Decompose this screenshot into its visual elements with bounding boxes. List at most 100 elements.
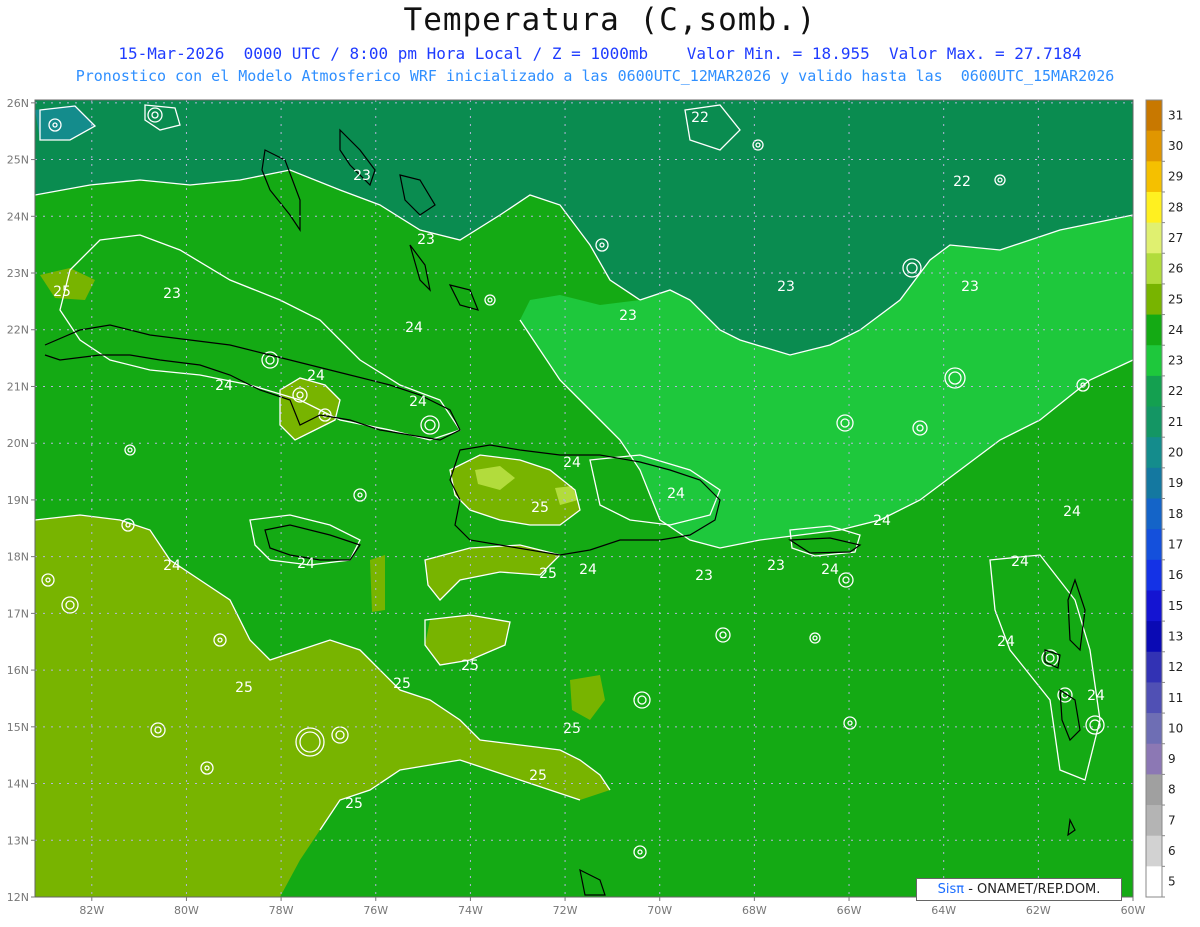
colorbar-swatch — [1146, 222, 1162, 254]
colorbar-swatch — [1146, 621, 1162, 653]
latitude-axis: 26N 25N 24N 23N 22N 21N 20N 19N 18N 17N 16N 15N 14N 1… — [7, 97, 35, 904]
contour-label: 23 — [767, 558, 785, 574]
lat-label: 18N — [7, 551, 29, 564]
lon-label: 66W — [837, 904, 862, 917]
contour-label: 22 — [953, 174, 971, 190]
colorbar-label: 15 — [1168, 599, 1183, 613]
contour-label: 25 — [531, 500, 549, 516]
contour-label: 25 — [53, 284, 71, 300]
colorbar-label: 5 — [1168, 875, 1176, 889]
contour-label: 25 — [529, 768, 547, 784]
colorbar-swatch — [1146, 805, 1162, 837]
colorbar-label: 25 — [1168, 292, 1183, 306]
lon-label: 76W — [363, 904, 388, 917]
colorbar-swatch — [1146, 161, 1162, 193]
contour-label: 24 — [1063, 504, 1081, 520]
lat-label: 20N — [7, 437, 29, 450]
colorbar-label: 18 — [1168, 507, 1183, 521]
contour-label: 24 — [1011, 554, 1029, 570]
colorbar-label: 20 — [1168, 446, 1183, 460]
colorbar-label: 8 — [1168, 783, 1176, 797]
colorbar-label: 28 — [1168, 200, 1183, 214]
credit-text: - ONAMET/REP.DOM. — [968, 882, 1101, 897]
colorbar-label: 30 — [1168, 139, 1183, 153]
colorbar-swatch — [1146, 130, 1162, 162]
contour-label: 23 — [353, 168, 371, 184]
lon-label: 72W — [553, 904, 578, 917]
lon-label: 60W — [1121, 904, 1146, 917]
contour-label: 24 — [1087, 688, 1105, 704]
contour-label: 24 — [873, 513, 891, 529]
colorbar-label: 19 — [1168, 476, 1183, 490]
contour-label: 24 — [307, 368, 325, 384]
colorbar-label: 24 — [1168, 323, 1183, 337]
contour-label: 24 — [821, 562, 839, 578]
contour-label: 22 — [691, 110, 709, 126]
colorbar-swatch — [1146, 590, 1162, 622]
contour-label: 24 — [563, 455, 581, 471]
credit-box: Sisπ - ONAMET/REP.DOM. — [916, 878, 1122, 901]
colorbar-label: 12 — [1168, 660, 1183, 674]
colorbar-swatch — [1146, 835, 1162, 867]
contour-label: 24 — [667, 486, 685, 502]
colorbar-label: 27 — [1168, 231, 1183, 245]
lat-label: 24N — [7, 210, 29, 223]
lon-label: 82W — [79, 904, 104, 917]
field-olive-s4 — [370, 555, 385, 612]
lat-label: 13N — [7, 834, 29, 847]
colorbar-label: 26 — [1168, 262, 1183, 276]
temperature-map: 22 22 23 23 23 23 23 24 24 24 24 24 24 24 23 24 24 24 23 24… — [7, 97, 1184, 917]
lat-label: 17N — [7, 607, 29, 620]
lat-label: 12N — [7, 891, 29, 904]
contour-label: 23 — [417, 232, 435, 248]
colorbar-label: 23 — [1168, 354, 1183, 368]
colorbar-swatch — [1146, 498, 1162, 530]
lon-label: 78W — [269, 904, 294, 917]
lat-label: 16N — [7, 664, 29, 677]
lat-label: 21N — [7, 380, 29, 393]
lat-label: 23N — [7, 267, 29, 280]
colorbar-label: 13 — [1168, 629, 1183, 643]
lat-label: 22N — [7, 324, 29, 337]
colorbar-swatch — [1146, 406, 1162, 438]
contour-label: 24 — [997, 634, 1015, 650]
contour-label: 25 — [539, 566, 557, 582]
colorbar: 31 30 29 28 27 26 25 24 23 22 21 20 19 18 17 16 15 13 12 11… — [1145, 99, 1183, 898]
contour-label: 23 — [163, 286, 181, 302]
colorbar-swatch — [1146, 100, 1162, 132]
sispi-logo: Sisπ — [937, 882, 965, 897]
colorbar-swatch — [1146, 529, 1162, 561]
contour-label: 25 — [461, 658, 479, 674]
contour-label: 25 — [235, 680, 253, 696]
map-fields — [35, 100, 1133, 897]
lon-label: 80W — [174, 904, 199, 917]
colorbar-swatch — [1146, 314, 1162, 346]
lon-label: 70W — [647, 904, 672, 917]
contour-label: 25 — [345, 796, 363, 812]
colorbar-label: 10 — [1168, 721, 1183, 735]
colorbar-swatch — [1146, 743, 1162, 775]
colorbar-label: 22 — [1168, 384, 1183, 398]
colorbar-label: 17 — [1168, 537, 1183, 551]
colorbar-swatch — [1146, 651, 1162, 683]
contour-label: 24 — [297, 556, 315, 572]
contour-label: 24 — [215, 378, 233, 394]
contour-label: 23 — [777, 279, 795, 295]
lat-label: 26N — [7, 97, 29, 110]
contour-label: 24 — [579, 562, 597, 578]
colorbar-label: 9 — [1168, 752, 1176, 766]
contour-label: 24 — [405, 320, 423, 336]
colorbar-label: 21 — [1168, 415, 1183, 429]
contour-label: 23 — [695, 568, 713, 584]
colorbar-label: 6 — [1168, 844, 1176, 858]
lon-label: 62W — [1026, 904, 1051, 917]
colorbar-swatch — [1146, 682, 1162, 714]
colorbar-swatch — [1146, 253, 1162, 285]
colorbar-label: 29 — [1168, 170, 1183, 184]
lon-label: 64W — [931, 904, 956, 917]
contour-label: 25 — [393, 676, 411, 692]
lat-label: 19N — [7, 494, 29, 507]
colorbar-label: 11 — [1168, 691, 1183, 705]
colorbar-swatch — [1146, 437, 1162, 469]
contour-label: 24 — [163, 558, 181, 574]
